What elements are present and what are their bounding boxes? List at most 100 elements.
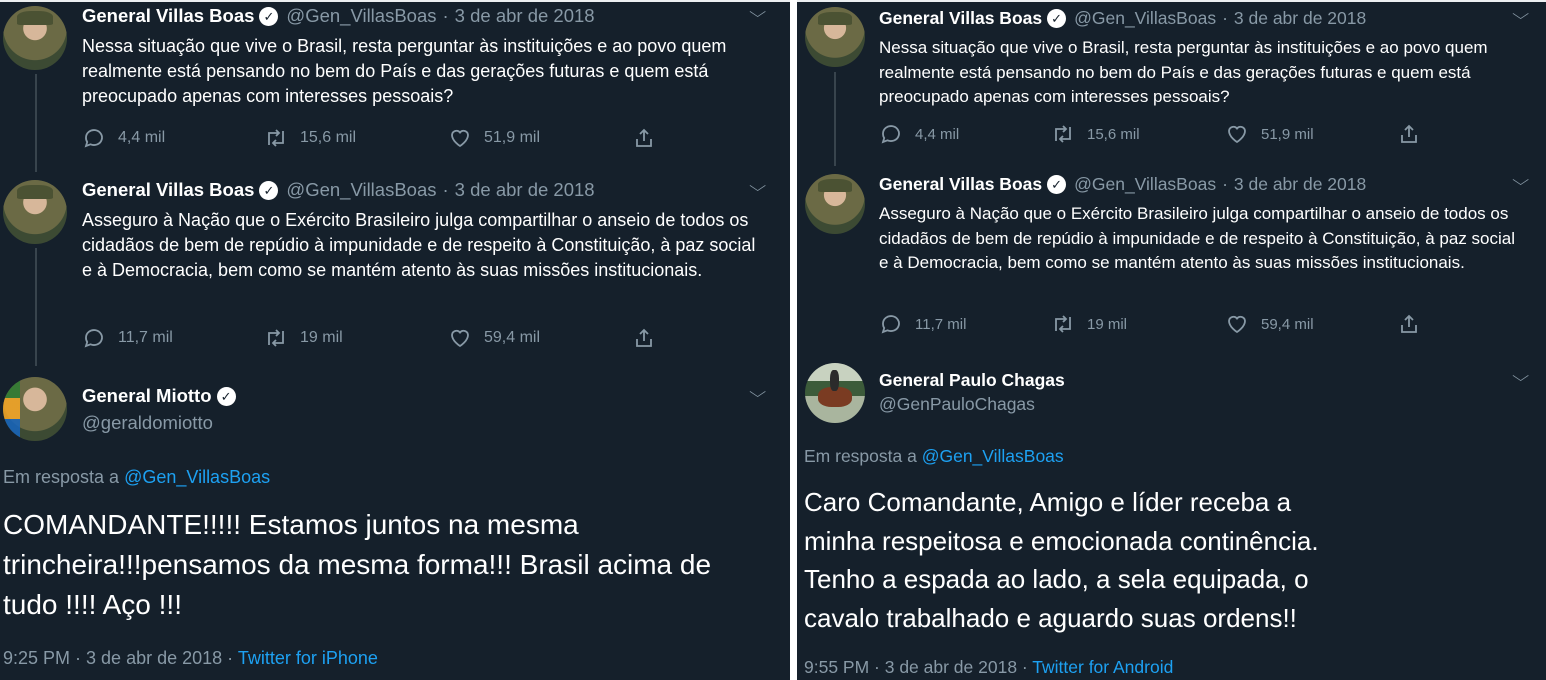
chevron-down-icon[interactable]: ⌵ bbox=[749, 384, 766, 401]
tweet-date[interactable]: 3 de abr de 2018 bbox=[455, 179, 595, 201]
share-icon bbox=[636, 128, 652, 147]
tweet-header: General Villas Boas ✓ @Gen_VillasBoas · … bbox=[879, 174, 1367, 195]
source-link[interactable]: Twitter for Android bbox=[1032, 657, 1173, 677]
reply-prefix: Em resposta a bbox=[804, 446, 917, 466]
verified-icon: ✓ bbox=[216, 386, 236, 406]
retweet-button[interactable]: 15,6 mil bbox=[1051, 122, 1140, 146]
thread-line bbox=[35, 74, 37, 172]
source-link[interactable]: Twitter for iPhone bbox=[238, 648, 378, 668]
tweet-header: General Villas Boas ✓ @Gen_VillasBoas · … bbox=[879, 8, 1367, 29]
reply-count: 4,4 mil bbox=[118, 129, 166, 146]
like-count: 51,9 mil bbox=[484, 129, 541, 146]
avatar[interactable] bbox=[805, 174, 865, 234]
avatar[interactable] bbox=[805, 7, 865, 67]
verified-icon: ✓ bbox=[259, 6, 279, 26]
like-count: 59,4 mil bbox=[1261, 315, 1314, 333]
avatar[interactable] bbox=[3, 180, 67, 244]
author-name[interactable]: General Villas Boas bbox=[879, 8, 1042, 29]
tweet-text: Nessa situação que vive o Brasil, resta … bbox=[879, 38, 1488, 106]
avatar[interactable] bbox=[805, 363, 865, 423]
tweet-actions: 4,4 mil 15,6 mil 51,9 mil bbox=[82, 126, 682, 150]
like-button[interactable]: 59,4 mil bbox=[448, 326, 540, 350]
reply-icon bbox=[881, 315, 900, 334]
verified-icon: ✓ bbox=[1047, 175, 1067, 194]
reply-text-paragraph: Caro Comandante, Amigo e líder receba a … bbox=[804, 487, 1319, 556]
retweet-count: 19 mil bbox=[1087, 315, 1128, 333]
chevron-down-icon[interactable]: ⌵ bbox=[1512, 368, 1529, 385]
author-handle[interactable]: @Gen_VillasBoas bbox=[286, 179, 436, 201]
tweet-date[interactable]: 3 de abr de 2018 bbox=[1234, 174, 1366, 195]
reply-button[interactable]: 11,7 mil bbox=[82, 326, 173, 350]
tweet-date[interactable]: 3 de abr de 2018 bbox=[455, 5, 595, 27]
share-button[interactable] bbox=[632, 126, 668, 150]
author-name[interactable]: General Villas Boas bbox=[879, 174, 1042, 195]
author-handle[interactable]: @Gen_VillasBoas bbox=[286, 5, 436, 27]
reply-count: 4,4 mil bbox=[915, 125, 960, 143]
reply-count: 11,7 mil bbox=[118, 329, 173, 346]
author-name[interactable]: General Miotto bbox=[82, 385, 212, 407]
author-name[interactable]: General Villas Boas bbox=[82, 179, 254, 201]
retweet-button[interactable]: 19 mil bbox=[1051, 312, 1127, 336]
reply-to-link[interactable]: @Gen_VillasBoas bbox=[922, 446, 1064, 466]
reply-prefix: Em resposta a bbox=[3, 467, 120, 487]
tweet-actions: 4,4 mil 15,6 mil 51,9 mil bbox=[879, 122, 1439, 146]
tweet-text: Asseguro à Nação que o Exército Brasilei… bbox=[82, 210, 756, 280]
avatar[interactable] bbox=[3, 6, 67, 70]
share-button[interactable] bbox=[632, 326, 668, 350]
timestamp[interactable]: 9:25 PM · 3 de abr de 2018 · bbox=[3, 648, 233, 668]
share-icon bbox=[1401, 314, 1417, 333]
retweet-button[interactable]: 15,6 mil bbox=[264, 126, 356, 150]
chevron-down-icon[interactable]: ⌵ bbox=[1512, 6, 1529, 23]
thread-line bbox=[35, 248, 37, 366]
heart-icon bbox=[1228, 315, 1246, 334]
author-handle[interactable]: @Gen_VillasBoas bbox=[1074, 174, 1216, 195]
retweet-count: 19 mil bbox=[300, 329, 343, 346]
tweet-meta: 9:55 PM · 3 de abr de 2018 · Twitter for… bbox=[804, 657, 1173, 678]
retweet-icon bbox=[268, 329, 284, 347]
thread-line bbox=[834, 72, 836, 166]
tweet-actions: 11,7 mil 19 mil 59,4 mil bbox=[879, 312, 1439, 336]
like-button[interactable]: 51,9 mil bbox=[1225, 122, 1314, 146]
reply-to-link[interactable]: @Gen_VillasBoas bbox=[124, 467, 270, 487]
like-button[interactable]: 59,4 mil bbox=[1225, 312, 1314, 336]
reply-button[interactable]: 11,7 mil bbox=[879, 312, 966, 336]
tweet-header: General Villas Boas ✓ @Gen_VillasBoas · … bbox=[82, 179, 595, 201]
retweet-button[interactable]: 19 mil bbox=[264, 326, 343, 350]
verified-icon: ✓ bbox=[1047, 9, 1067, 28]
reply-button[interactable]: 4,4 mil bbox=[879, 122, 959, 146]
share-button[interactable] bbox=[1397, 122, 1433, 146]
reply-button[interactable]: 4,4 mil bbox=[82, 126, 165, 150]
tweet-header: General Villas Boas ✓ @Gen_VillasBoas · … bbox=[82, 5, 595, 27]
share-icon bbox=[1401, 124, 1417, 143]
share-button[interactable] bbox=[1397, 312, 1433, 336]
reply-text-paragraph: Tenho a espada ao lado, a sela equipada,… bbox=[804, 564, 1309, 633]
chevron-down-icon[interactable]: ⌵ bbox=[749, 178, 766, 195]
author-handle[interactable]: @GenPauloChagas bbox=[879, 394, 1035, 415]
reply-text: COMANDANTE!!!!! Estamos juntos na mesma … bbox=[3, 509, 712, 620]
heart-icon bbox=[451, 329, 469, 348]
tweet-text: Asseguro à Nação que o Exército Brasilei… bbox=[879, 204, 1516, 272]
author-name[interactable]: General Paulo Chagas bbox=[879, 370, 1065, 391]
tweet-date[interactable]: 3 de abr de 2018 bbox=[1234, 8, 1366, 29]
timestamp[interactable]: 9:55 PM · 3 de abr de 2018 · bbox=[804, 657, 1028, 677]
chevron-down-icon[interactable]: ⌵ bbox=[1512, 172, 1529, 189]
tweet-meta: 9:25 PM · 3 de abr de 2018 · Twitter for… bbox=[3, 648, 378, 669]
chevron-down-icon[interactable]: ⌵ bbox=[749, 4, 766, 21]
like-count: 51,9 mil bbox=[1261, 125, 1314, 143]
author-name[interactable]: General Villas Boas bbox=[82, 5, 254, 27]
retweet-icon bbox=[1055, 125, 1071, 143]
retweet-icon bbox=[1055, 315, 1071, 333]
reply-count: 11,7 mil bbox=[915, 315, 967, 333]
heart-icon bbox=[451, 129, 469, 148]
author-handle[interactable]: @Gen_VillasBoas bbox=[1074, 8, 1216, 29]
retweet-count: 15,6 mil bbox=[300, 129, 357, 146]
author-handle[interactable]: @geraldomiotto bbox=[82, 412, 213, 434]
avatar[interactable] bbox=[3, 377, 67, 441]
tweet-header: General Paulo Chagas bbox=[879, 370, 1065, 391]
panel-divider bbox=[790, 0, 797, 680]
heart-icon bbox=[1228, 125, 1246, 144]
like-button[interactable]: 51,9 mil bbox=[448, 126, 540, 150]
retweet-count: 15,6 mil bbox=[1087, 125, 1140, 143]
verified-icon: ✓ bbox=[259, 180, 279, 200]
reply-text: Caro Comandante, Amigo e líder receba a … bbox=[804, 483, 1324, 637]
